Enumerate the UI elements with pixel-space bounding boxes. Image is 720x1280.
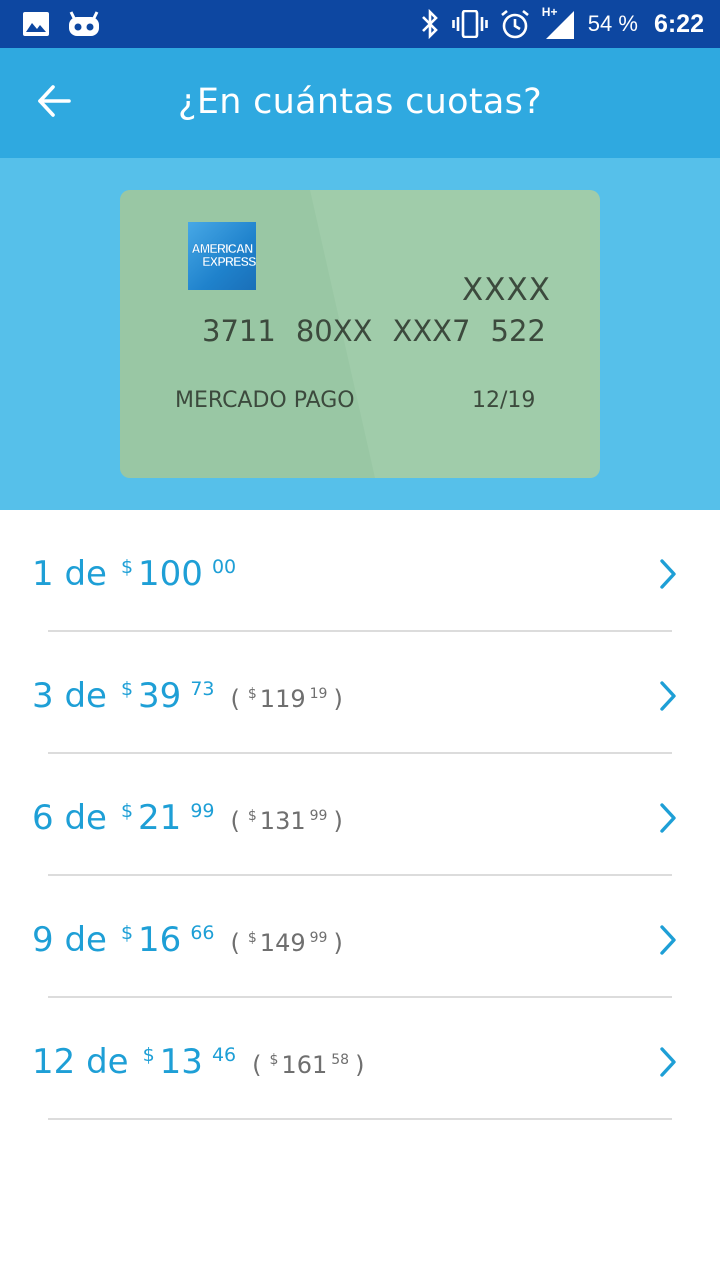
total-close-paren: )	[333, 929, 343, 957]
total-value: 149	[259, 929, 306, 957]
installment-option-9[interactable]: 9 de $ 16 66 ( $ 149 99 )	[0, 876, 720, 998]
total-open-paren: (	[252, 1051, 262, 1079]
total-cents: 99	[309, 930, 328, 946]
card-number-group: 522	[490, 314, 546, 348]
total-currency: $	[247, 808, 257, 824]
battery-text: 54 %	[587, 11, 638, 36]
installment-amount: 6 de $ 21 99 ( $ 131 99 )	[32, 798, 343, 838]
installment-value: 21	[138, 798, 182, 838]
currency-symbol: $	[120, 556, 134, 578]
currency-symbol: $	[120, 678, 134, 700]
cyanogen-icon	[68, 11, 100, 37]
chevron-right-icon	[660, 925, 676, 955]
vibrate-icon	[451, 10, 488, 38]
app-bar: ¿En cuántas cuotas?	[0, 48, 720, 158]
installment-total: ( $ 119 19 )	[231, 684, 343, 714]
total-close-paren: )	[355, 1051, 365, 1079]
installment-option-3[interactable]: 3 de $ 39 73 ( $ 119 19 )	[0, 632, 720, 754]
total-close-paren: )	[333, 685, 343, 713]
installment-option-1[interactable]: 1 de $ 100 00	[0, 510, 720, 632]
installment-option-6[interactable]: 6 de $ 21 99 ( $ 131 99 )	[0, 754, 720, 876]
installment-cents: 73	[190, 678, 215, 700]
installment-amount: 9 de $ 16 66 ( $ 149 99 )	[32, 920, 343, 960]
total-open-paren: (	[230, 685, 240, 713]
installment-cents: 00	[211, 556, 237, 578]
card-holder: MERCADO PAGO	[175, 388, 355, 413]
bluetooth-icon	[420, 9, 440, 39]
card-number-group: 3711	[202, 314, 276, 348]
network-type-label: H+	[541, 5, 558, 19]
total-cents: 58	[331, 1052, 350, 1068]
image-icon	[22, 11, 50, 37]
chevron-right-icon	[660, 803, 676, 833]
divider	[48, 1118, 672, 1120]
total-currency: $	[269, 1052, 279, 1068]
installment-amount: 3 de $ 39 73 ( $ 119 19 )	[32, 676, 343, 716]
total-cents: 19	[309, 686, 328, 702]
card-expiry: 12/19	[472, 388, 536, 413]
installment-amount: 12 de $ 13 46 ( $ 161 58 )	[32, 1042, 364, 1082]
installment-value: 100	[138, 554, 203, 594]
installment-count: 6 de	[32, 798, 107, 838]
chevron-right-icon	[660, 1047, 676, 1077]
currency-symbol: $	[120, 922, 134, 944]
installment-total: ( $ 161 58 )	[252, 1050, 364, 1080]
installments-list: 1 de $ 100 00 3 de $ 39 73 ( $ 119 19 )	[0, 510, 720, 1120]
card-number-group: XXX7	[392, 314, 471, 348]
total-close-paren: )	[333, 807, 343, 835]
installment-value: 13	[159, 1042, 203, 1082]
status-bar: H+ 54 % 6:22	[0, 0, 720, 48]
installment-count: 12 de	[32, 1042, 129, 1082]
card-number-group: 80XX	[295, 314, 373, 348]
signal-icon: H+	[541, 5, 576, 41]
total-value: 161	[281, 1051, 328, 1079]
card-region: AMERICAN EXPRESS XXXX 3711 80XX XXX7 522…	[0, 158, 720, 510]
credit-card: AMERICAN EXPRESS XXXX 3711 80XX XXX7 522…	[120, 190, 600, 478]
total-cents: 99	[309, 808, 328, 824]
installment-count: 9 de	[32, 920, 107, 960]
amex-logo: AMERICAN EXPRESS	[188, 222, 257, 290]
chevron-right-icon	[660, 681, 676, 711]
currency-symbol: $	[120, 800, 134, 822]
installment-count: 3 de	[32, 676, 107, 716]
installment-cents: 99	[190, 800, 215, 822]
status-left	[22, 11, 100, 37]
installment-total: ( $ 131 99 )	[231, 806, 343, 836]
installment-cents: 66	[190, 922, 215, 944]
installment-cents: 46	[211, 1044, 237, 1066]
card-security-code: XXXX	[462, 272, 551, 308]
installment-amount: 1 de $ 100 00	[32, 554, 236, 594]
total-currency: $	[247, 686, 257, 702]
total-open-paren: (	[230, 807, 240, 835]
installment-option-12[interactable]: 12 de $ 13 46 ( $ 161 58 )	[0, 998, 720, 1120]
installment-count: 1 de	[32, 554, 107, 594]
installment-value: 16	[138, 920, 182, 960]
installment-value: 39	[138, 676, 182, 716]
total-currency: $	[247, 930, 257, 946]
status-right: H+ 54 % 6:22	[420, 5, 704, 41]
alarm-icon	[500, 9, 530, 39]
currency-symbol: $	[142, 1044, 155, 1066]
total-value: 131	[259, 807, 306, 835]
chevron-right-icon	[660, 559, 676, 589]
total-value: 119	[259, 685, 306, 713]
page-title: ¿En cuántas cuotas?	[177, 82, 543, 122]
installment-total: ( $ 149 99 )	[231, 928, 343, 958]
total-open-paren: (	[230, 929, 240, 957]
clock: 6:22	[653, 9, 704, 38]
amex-logo-line2: EXPRESS	[202, 255, 257, 269]
card-number: 3711 80XX XXX7 522	[202, 314, 546, 348]
